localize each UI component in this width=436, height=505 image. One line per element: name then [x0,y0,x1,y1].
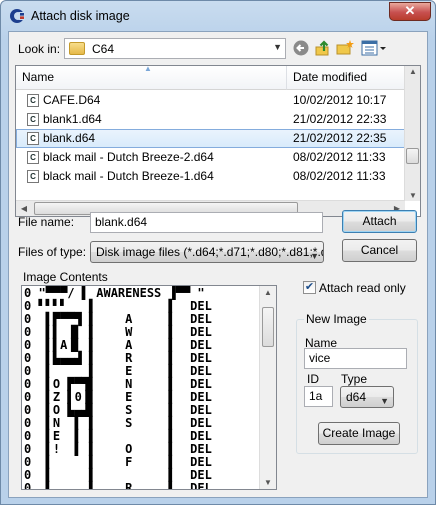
file-date: 21/02/2012 22:33 [293,112,387,126]
file-row[interactable]: C black mail - Dutch Breeze-1.d64 08/02/… [16,167,408,186]
filename-label: File name: [18,215,75,229]
filetype-select[interactable]: Disk image files (*.d64;*.d71;*.d80;*.d8… [90,241,324,263]
lookin-value: C64 [92,42,115,56]
file-row[interactable]: C black mail - Dutch Breeze-2.d64 08/02/… [16,148,408,167]
scroll-left-icon[interactable]: ◀ [16,204,32,213]
checkmark-icon: ✔ [304,281,315,293]
sort-ascending-icon: ▲ [144,65,152,73]
disk-image-file-icon: C [27,94,39,107]
cancel-button[interactable]: Cancel [342,239,417,262]
filetype-value: Disk image files (*.d64;*.d71;*.d80;*.d8… [96,245,324,259]
scroll-up-icon[interactable]: ▲ [260,288,276,297]
column-header-name[interactable]: ▲ Name [16,66,287,90]
file-name: blank1.d64 [43,112,102,126]
type-value: d64 [346,390,367,404]
image-contents-label: Image Contents [23,270,108,284]
chevron-down-icon: ▼ [310,251,319,261]
file-date: 08/02/2012 11:33 [293,150,386,164]
window-title: Attach disk image [31,9,130,23]
title-bar[interactable]: Attach disk image ✕ [1,1,435,31]
image-contents-view[interactable]: 0 "▀▀▀/ ▌ AWARENESS ▐▀▀ " 0 ▘▘▘▘ ▌ ▌ DEL 0… [21,285,277,490]
attach-button[interactable]: Attach [342,210,417,233]
filename-input[interactable]: blank.d64 [90,212,323,233]
attach-readonly-checkbox[interactable]: ✔ [303,281,316,294]
scrollbar-thumb[interactable] [406,148,419,164]
scroll-up-icon[interactable]: ▲ [405,67,420,76]
attach-readonly-label: Attach read only [319,281,406,295]
new-image-id-input[interactable]: 1a [304,386,333,407]
chevron-down-icon: ▼ [273,42,282,52]
image-contents-scrollbar[interactable]: ▲ ▼ [259,286,276,489]
directory-line: 0 ▌ ▌ R ▌ DEL [24,481,212,490]
chevron-down-icon: ▼ [380,396,389,406]
new-folder-icon[interactable] [336,39,354,57]
file-date: 10/02/2012 10:17 [293,93,387,107]
view-menu-icon[interactable] [361,39,387,57]
file-name: black mail - Dutch Breeze-2.d64 [43,150,214,164]
file-row-selected[interactable]: C blank.d64 21/02/2012 22:35 [16,129,408,148]
new-image-group-label: New Image [304,312,369,326]
directory-listing: 0 "▀▀▀/ ▌ AWARENESS ▐▀▀ " 0 ▘▘▘▘ ▌ ▌ DEL 0… [24,287,212,490]
file-date: 08/02/2012 11:33 [293,169,386,183]
new-image-id-label: ID [307,372,319,386]
disk-image-file-icon: C [27,151,39,164]
create-image-button[interactable]: Create Image [318,422,400,445]
column-date-label: Date modified [293,70,368,84]
close-button[interactable]: ✕ [389,2,431,21]
new-image-type-label: Type [341,372,368,386]
lookin-combobox[interactable]: C64 ▼ [64,38,286,59]
file-row[interactable]: C CAFE.D64 10/02/2012 10:17 [16,91,408,110]
vice-c64-logo-icon [10,9,25,23]
close-icon: ✕ [404,3,416,18]
file-date: 21/02/2012 22:35 [293,131,387,145]
scroll-down-icon[interactable]: ▼ [405,191,420,200]
up-folder-icon[interactable] [314,39,332,57]
file-row[interactable]: C blank1.d64 21/02/2012 22:33 [16,110,408,129]
file-name: blank.d64 [43,131,96,145]
disk-image-file-icon: C [27,113,39,126]
filetype-label: Files of type: [18,245,87,259]
folder-icon [69,42,85,55]
disk-image-file-icon: C [27,170,39,183]
scroll-down-icon[interactable]: ▼ [260,478,276,487]
back-arrow-icon[interactable] [292,39,310,57]
file-list-vertical-scrollbar[interactable]: ▲ ▼ [404,66,420,201]
attach-disk-image-dialog: Attach disk image ✕ Look in: C64 ▼ ▲ Nam… [0,0,436,505]
column-header-date[interactable]: Date modified [287,66,407,90]
file-name: CAFE.D64 [43,93,101,107]
lookin-label: Look in: [18,42,61,56]
file-list[interactable]: ▲ Name Date modified C CAFE.D64 10/02/20… [15,65,421,217]
column-name-label: Name [22,70,55,84]
scrollbar-thumb[interactable] [262,307,274,347]
new-image-name-input[interactable]: vice [304,348,407,369]
disk-image-file-icon: C [27,132,39,145]
file-name: black mail - Dutch Breeze-1.d64 [43,169,214,183]
new-image-type-select[interactable]: d64 ▼ [340,386,394,408]
dialog-client-area: Look in: C64 ▼ ▲ Name Date modified C CA… [8,31,428,498]
